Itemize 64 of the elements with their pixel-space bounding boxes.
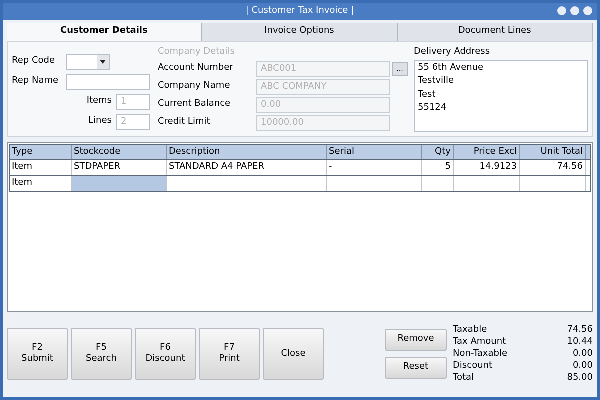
column-header[interactable]: Unit Total — [520, 145, 586, 159]
total-label: Tax Amount — [453, 336, 506, 348]
tab[interactable]: Customer Details — [7, 23, 202, 41]
field-label: Account Number — [158, 62, 234, 75]
total-value: 74.56 — [567, 324, 593, 336]
column-header[interactable]: Serial — [327, 145, 422, 159]
button-label: Print — [219, 354, 240, 365]
table-cell[interactable]: STDPAPER — [72, 160, 167, 175]
total-label: Taxable — [453, 324, 488, 336]
function-button[interactable]: Close — [263, 328, 324, 380]
total-label: Total — [453, 372, 474, 384]
column-header[interactable]: Price Excl — [454, 145, 520, 159]
total-value: 85.00 — [567, 372, 593, 384]
total-value: 0.00 — [572, 348, 593, 360]
close-icon[interactable] — [583, 6, 593, 16]
address-field[interactable]: 55 6th Avenue Testville Test 55124 — [414, 60, 588, 132]
column-header[interactable]: Type — [10, 145, 72, 159]
action-button[interactable]: Reset — [385, 357, 447, 379]
table-cell[interactable]: - — [327, 160, 422, 175]
function-button[interactable]: F7 Print — [199, 328, 260, 380]
window-title: | Customer Tax Invoice | — [246, 4, 354, 18]
address-line: Testville — [418, 75, 456, 88]
tab[interactable]: Invoice Options — [202, 23, 398, 41]
field-label: Credit Limit — [158, 116, 212, 129]
total-label: Discount — [453, 360, 493, 372]
button-label: Search — [86, 354, 117, 365]
address-line: 55124 — [418, 102, 448, 115]
button-label: Discount — [146, 354, 186, 365]
address-line: Test — [418, 88, 437, 102]
total-value: 0.00 — [572, 360, 593, 372]
minimize-icon[interactable] — [557, 6, 567, 16]
group-title: Company Details — [158, 46, 236, 59]
field-label: Company Name — [158, 80, 232, 93]
function-button[interactable]: F6 Discount — [135, 328, 196, 380]
column-header[interactable]: Stockcode — [72, 145, 167, 159]
field-label: Rep Code — [12, 55, 56, 68]
total-value: 10.44 — [567, 336, 593, 348]
key-label: F7 — [224, 343, 235, 354]
maximize-icon[interactable] — [570, 6, 580, 16]
rep-code-dropdown[interactable] — [66, 54, 110, 70]
table-cell[interactable] — [72, 176, 167, 191]
field-label: Lines — [88, 115, 112, 128]
button-label: Submit — [22, 354, 54, 365]
table-cell[interactable]: Item — [10, 160, 72, 175]
total-label: Non-Taxable — [453, 348, 508, 360]
column-header[interactable]: Qty — [422, 145, 454, 159]
table-cell[interactable]: STANDARD A4 PAPER — [167, 160, 327, 175]
column-header[interactable]: Description — [167, 145, 327, 159]
field-label: Rep Name — [12, 75, 60, 88]
key-label: F2 — [32, 343, 43, 354]
function-button[interactable]: F2 Submit — [7, 328, 68, 380]
button-label: Close — [281, 348, 306, 360]
tab[interactable]: Document Lines — [398, 23, 593, 41]
caret-icon — [97, 55, 109, 69]
key-label: F6 — [160, 343, 171, 354]
action-button[interactable]: Remove — [385, 329, 447, 351]
field-label: Items — [86, 95, 112, 108]
function-button[interactable]: F5 Search — [71, 328, 132, 380]
group-title: Delivery Address — [414, 46, 492, 59]
field-label: Current Balance — [158, 98, 232, 111]
key-label: F5 — [96, 343, 107, 354]
table-cell[interactable]: Item — [10, 176, 72, 191]
address-line: 55 6th Avenue — [418, 62, 485, 74]
rep-name-field[interactable] — [66, 74, 150, 90]
